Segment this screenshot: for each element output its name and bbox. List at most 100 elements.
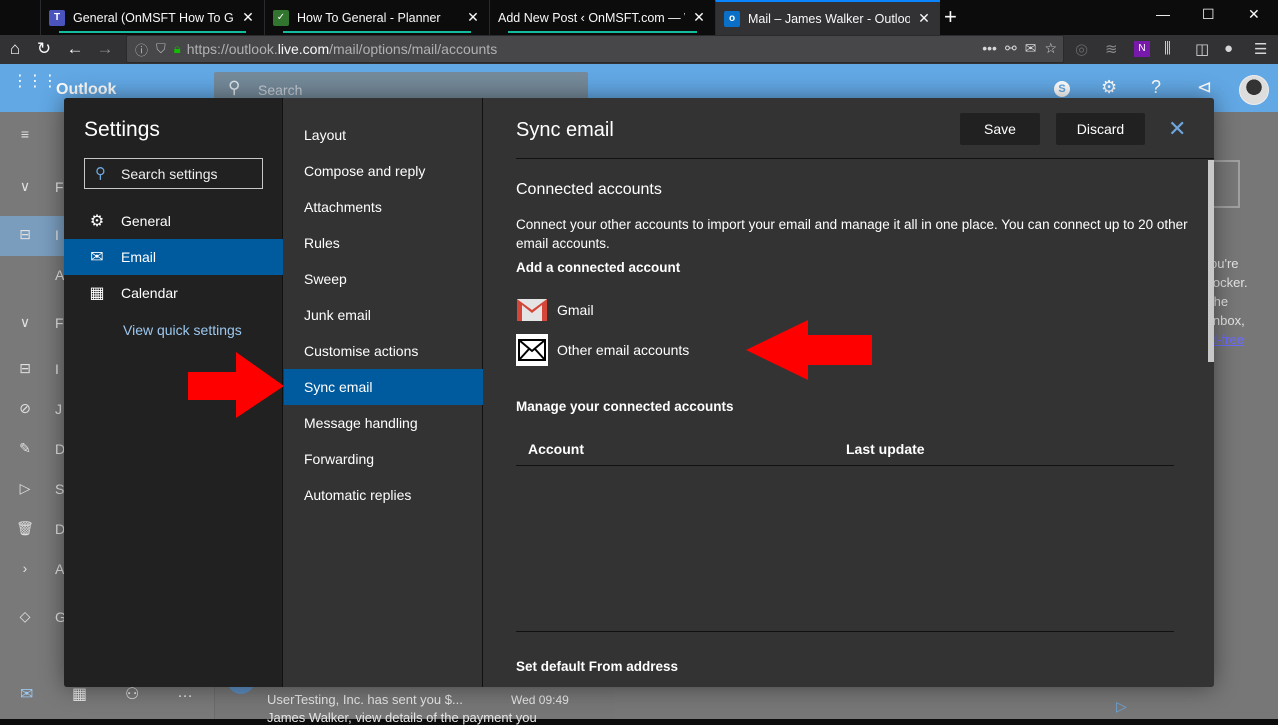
sidebar-icon[interactable]: ◫ xyxy=(1195,40,1209,58)
section-forwarding[interactable]: Forwarding xyxy=(284,441,483,477)
category-general[interactable]: ⚙ General xyxy=(64,203,283,239)
add-other-email-account[interactable]: Other email accounts xyxy=(516,334,689,366)
back-icon[interactable]: ← xyxy=(64,38,86,60)
megaphone-icon[interactable]: ⊲ xyxy=(1197,77,1212,98)
category-calendar[interactable]: ▦ Calendar xyxy=(64,275,283,311)
close-icon[interactable]: ✕ xyxy=(1168,116,1186,142)
section-message-handling[interactable]: Message handling xyxy=(284,405,483,441)
outlook-icon: o xyxy=(724,10,740,27)
section-customise-actions[interactable]: Customise actions xyxy=(284,333,483,369)
annotation-arrow-left xyxy=(746,320,872,380)
menu-icon[interactable]: ☰ xyxy=(1254,40,1267,58)
hamburger-icon[interactable]: ≡ xyxy=(16,126,34,142)
browser-nav-bar: ⌂ ↻ ← → ⓘ ⛉ 🔒︎ https://outlook.live.com/… xyxy=(0,35,1278,64)
pane-scrollbar[interactable] xyxy=(1208,160,1214,362)
link-icon[interactable]: ⚯ xyxy=(1005,40,1017,57)
browser-tab-onmsft[interactable]: Add New Post ‹ OnMSFT.com — W ✕ xyxy=(489,0,715,35)
people-icon[interactable]: ⚇ xyxy=(125,684,139,704)
premium-diamond-icon: ◇ xyxy=(19,608,31,624)
avatar[interactable] xyxy=(1239,75,1269,105)
pane-title: Sync email xyxy=(516,119,614,141)
gear-icon[interactable]: ⚙ xyxy=(1101,77,1117,98)
connected-accounts-description: Connect your other accounts to import yo… xyxy=(516,217,1188,251)
home-icon[interactable]: ⌂ xyxy=(4,38,26,60)
calendar-icon: ▦ xyxy=(89,285,105,302)
browser-tab-teams[interactable]: T General (OnMSFT How To Gene ✕ xyxy=(40,0,264,35)
library-icon[interactable]: ⫼ xyxy=(1164,40,1171,57)
help-icon[interactable]: ? xyxy=(1151,77,1161,98)
send-flag-icon: ▷ xyxy=(1116,698,1127,714)
search-icon: ⚲ xyxy=(95,165,106,182)
add-account-heading: Add a connected account xyxy=(516,260,681,275)
browser-tab-bar: T General (OnMSFT How To Gene ✕ ✓ How To… xyxy=(0,0,1278,35)
extension-icon[interactable]: ◎ xyxy=(1075,40,1088,58)
section-sync-email[interactable]: Sync email xyxy=(284,369,483,405)
annotation-arrow-right xyxy=(188,352,284,418)
mail-icon[interactable]: ✉ xyxy=(20,684,33,704)
teams-icon: T xyxy=(49,9,65,26)
email-link-icon[interactable]: ✉ xyxy=(1025,40,1037,57)
reload-icon[interactable]: ↻ xyxy=(33,38,55,60)
mail-icon: ✉ xyxy=(90,249,104,266)
close-tab-icon[interactable]: ✕ xyxy=(465,9,481,26)
layers-icon[interactable]: ≋ xyxy=(1105,40,1118,58)
gmail-icon xyxy=(516,294,548,326)
onenote-icon[interactable]: N xyxy=(1134,41,1150,57)
section-junk-email[interactable]: Junk email xyxy=(284,297,483,333)
column-header-account[interactable]: Account xyxy=(528,441,584,457)
discard-button[interactable]: Discard xyxy=(1056,113,1145,145)
view-quick-settings-link[interactable]: View quick settings xyxy=(123,322,242,338)
chevron-right-icon[interactable]: › xyxy=(16,560,34,576)
envelope-icon xyxy=(516,334,548,366)
lock-icon[interactable]: 🔒︎ xyxy=(174,41,181,57)
close-window-button[interactable]: ✕ xyxy=(1248,6,1260,23)
junk-icon[interactable]: ⊘ xyxy=(16,400,34,417)
planner-icon: ✓ xyxy=(273,9,289,26)
app-launcher-icon[interactable]: ⋮⋮⋮ xyxy=(12,74,58,90)
outlook-brand[interactable]: Outlook xyxy=(56,81,116,99)
drafts-icon[interactable]: ✎ xyxy=(16,440,34,457)
ad-free-link[interactable]: d-free xyxy=(1210,332,1244,347)
close-tab-icon[interactable]: ✕ xyxy=(240,9,256,26)
search-settings-input[interactable]: ⚲ Search settings xyxy=(84,158,263,189)
browser-tab-planner[interactable]: ✓ How To General - Planner ✕ xyxy=(264,0,489,35)
page-actions-icon[interactable]: ••• xyxy=(982,40,997,57)
header-divider xyxy=(516,158,1214,159)
connected-accounts-heading: Connected accounts xyxy=(516,181,662,198)
sent-icon[interactable]: ▷ xyxy=(16,480,34,497)
chevron-down-icon[interactable]: ∨ xyxy=(16,178,34,195)
section-compose-and-reply[interactable]: Compose and reply xyxy=(284,153,483,189)
inbox-icon[interactable]: ⊟ xyxy=(16,226,34,243)
new-tab-button[interactable]: + xyxy=(944,4,957,30)
category-email[interactable]: ✉ Email xyxy=(64,239,283,275)
maximize-button[interactable]: ☐ xyxy=(1202,6,1215,23)
chevron-down-icon[interactable]: ∨ xyxy=(16,314,34,331)
sync-email-pane: Sync email Save Discard ✕ Connected acco… xyxy=(484,98,1214,687)
skype-icon[interactable]: S xyxy=(1054,81,1070,97)
bookmark-star-icon[interactable]: ☆ xyxy=(1044,40,1057,57)
table-header-divider xyxy=(516,465,1174,466)
browser-tab-outlook[interactable]: o Mail – James Walker - Outlook ✕ xyxy=(715,0,940,35)
url-text[interactable]: https://outlook.live.com/mail/options/ma… xyxy=(187,41,498,57)
section-attachments[interactable]: Attachments xyxy=(284,189,483,225)
minimize-button[interactable]: — xyxy=(1156,6,1170,22)
forward-icon[interactable]: → xyxy=(94,38,116,60)
section-sweep[interactable]: Sweep xyxy=(284,261,483,297)
trash-icon[interactable]: 🗑︎ xyxy=(16,520,34,537)
tracking-shield-icon[interactable]: ⛉ xyxy=(156,41,166,57)
section-divider xyxy=(516,631,1174,632)
inbox-icon[interactable]: ⊟ xyxy=(16,360,34,377)
save-button[interactable]: Save xyxy=(960,113,1040,145)
url-bar[interactable]: ⓘ ⛉ 🔒︎ https://outlook.live.com/mail/opt… xyxy=(126,35,1064,63)
account-icon[interactable]: ● xyxy=(1224,40,1233,57)
section-layout[interactable]: Layout xyxy=(284,117,483,153)
info-icon[interactable]: ⓘ xyxy=(135,40,148,59)
close-tab-icon[interactable]: ✕ xyxy=(691,9,707,26)
default-from-heading: Set default From address xyxy=(516,659,679,674)
section-automatic-replies[interactable]: Automatic replies xyxy=(284,477,483,513)
close-tab-icon[interactable]: ✕ xyxy=(916,10,932,27)
column-header-last-update[interactable]: Last update xyxy=(846,441,925,457)
calendar-icon[interactable]: ▦ xyxy=(72,684,87,704)
add-gmail-account[interactable]: Gmail xyxy=(516,294,594,326)
section-rules[interactable]: Rules xyxy=(284,225,483,261)
